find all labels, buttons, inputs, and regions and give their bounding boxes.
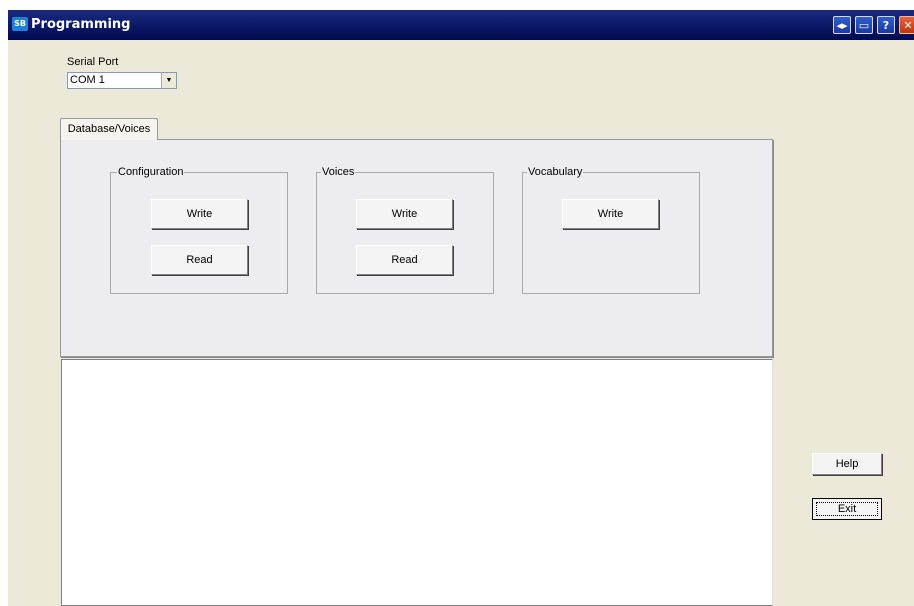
serial-port-label: Serial Port [67,56,119,68]
tab-database-voices[interactable]: Database/Voices [60,118,158,140]
restore-button[interactable]: ▭ [855,16,873,34]
help-button[interactable]: Help [812,453,882,475]
close-button[interactable]: ✕ [899,16,914,34]
configuration-group-title: Configuration [117,166,185,178]
configuration-read-button[interactable]: Read [151,245,248,275]
configuration-write-button[interactable]: Write [151,199,248,229]
output-log-area[interactable] [61,359,773,606]
window-title: Programming [31,17,131,32]
configuration-group: Configuration Write Read [110,166,288,294]
vocabulary-group-title: Vocabulary [527,166,584,178]
exit-button-label: Exit [816,502,878,516]
voices-group-title: Voices [321,166,356,178]
help-title-button[interactable]: ? [877,16,895,34]
serial-port-value: COM 1 [70,74,105,86]
app-icon: SB [12,17,28,31]
voices-read-button[interactable]: Read [356,245,453,275]
exit-button[interactable]: Exit [812,498,882,520]
programming-window: SB Programming ◂▸ ▭ ? ✕ Serial Port COM … [8,10,914,606]
vocabulary-group: Vocabulary Write [522,166,700,294]
serial-port-select[interactable]: COM 1 ▼ [67,72,177,89]
chevron-down-icon[interactable]: ▼ [161,73,176,88]
vocabulary-write-button[interactable]: Write [562,199,659,229]
voices-group: Voices Write Read [316,166,494,294]
resize-arrows-button[interactable]: ◂▸ [833,16,851,34]
tab-panel: Configuration Write Read Voices Write Re… [60,139,773,357]
voices-write-button[interactable]: Write [356,199,453,229]
title-bar[interactable]: SB Programming ◂▸ ▭ ? ✕ [8,10,914,40]
